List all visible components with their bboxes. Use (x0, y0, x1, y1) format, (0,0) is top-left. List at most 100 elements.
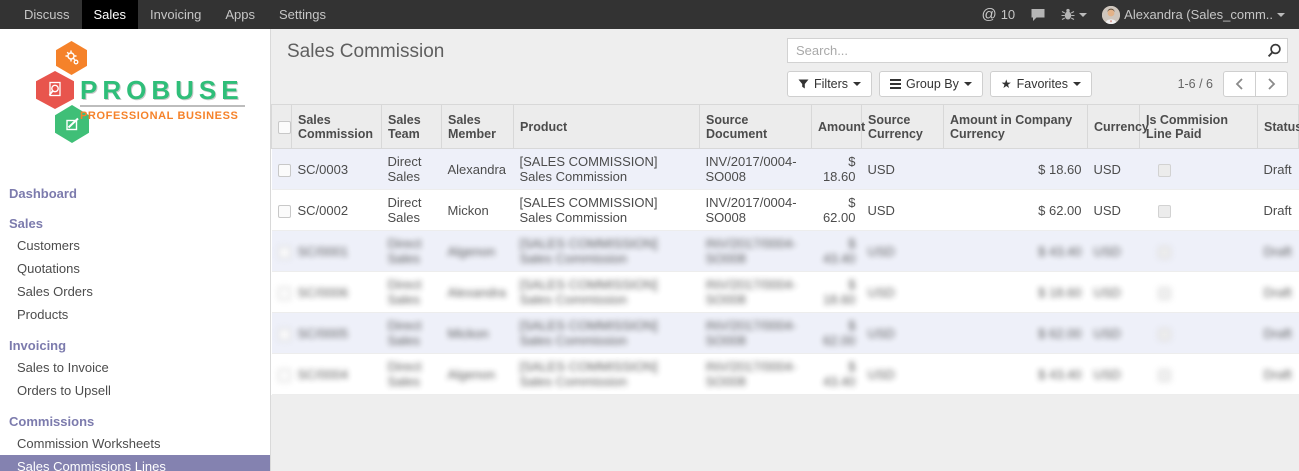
select-all-header-cell (272, 105, 292, 149)
menu-heading-dashboard[interactable]: Dashboard (0, 183, 270, 204)
cell-amount-company: $ 62.00 (944, 190, 1088, 231)
pager: 1-6 / 6 (1178, 71, 1288, 97)
menu-item-customers[interactable]: Customers (0, 234, 270, 257)
main-content: Sales Commission Filters Group By (271, 29, 1299, 471)
cell-team: Direct Sales (382, 354, 442, 395)
table-row[interactable]: SC/0001Direct SalesAlgenon[SALES COMMISS… (272, 231, 1299, 272)
logo-hex-search-doc-icon (36, 71, 74, 109)
row-select-checkbox[interactable] (278, 205, 291, 218)
cell-source-currency: USD (862, 149, 944, 190)
select-all-checkbox[interactable] (278, 121, 291, 134)
cell-amount: $ 18.60 (812, 272, 862, 313)
cell-team: Direct Sales (382, 149, 442, 190)
menu-heading-invoicing[interactable]: Invoicing (0, 335, 270, 356)
menu-heading-commissions[interactable]: Commissions (0, 411, 270, 432)
cell-is-paid (1140, 231, 1258, 272)
row-select-checkbox[interactable] (278, 328, 291, 341)
cell-team: Direct Sales (382, 313, 442, 354)
column-header-currency[interactable]: Currency (1088, 105, 1140, 149)
row-select-cell (272, 190, 292, 231)
filters-button-label: Filters (814, 77, 848, 91)
column-header-sales-commission[interactable]: Sales Commission (292, 105, 382, 149)
search-icon[interactable] (1266, 42, 1283, 64)
column-header-sales-member[interactable]: Sales Member (442, 105, 514, 149)
menu-item-sales-orders[interactable]: Sales Orders (0, 280, 270, 303)
table-row[interactable]: SC/0003Direct SalesAlexandra[SALES COMMI… (272, 149, 1299, 190)
cell-member: Algenon (442, 354, 514, 395)
logo-hex-gears-icon (56, 41, 87, 75)
menu-item-sales-to-invoice[interactable]: Sales to Invoice (0, 356, 270, 379)
pager-next-button[interactable] (1255, 71, 1288, 97)
favorites-button[interactable]: ★ Favorites (990, 71, 1092, 97)
cell-team: Direct Sales (382, 231, 442, 272)
nav-app-sales[interactable]: Sales (82, 0, 139, 29)
chat-icon[interactable] (1030, 8, 1046, 22)
cell-product: [SALES COMMISSION] Sales Commission (514, 190, 700, 231)
is-paid-checkbox (1158, 246, 1171, 259)
table-body: SC/0003Direct SalesAlexandra[SALES COMMI… (272, 149, 1299, 395)
cell-source-currency: USD (862, 231, 944, 272)
column-header-source-document[interactable]: Source Document (700, 105, 812, 149)
cell-product: [SALES COMMISSION] Sales Commission (514, 231, 700, 272)
cell-source-doc: INV/2017/0004-SO008 (700, 190, 812, 231)
page-title: Sales Commission (287, 41, 444, 63)
brand-divider (80, 105, 245, 107)
pager-previous-button[interactable] (1223, 71, 1256, 97)
group-by-icon (890, 79, 901, 89)
chevron-left-icon (1235, 78, 1244, 90)
cell-id: SC/0006 (292, 272, 382, 313)
cell-is-paid (1140, 190, 1258, 231)
menu-item-commission-worksheets[interactable]: Commission Worksheets (0, 432, 270, 455)
user-name: Alexandra (Sales_comm.. (1124, 7, 1273, 22)
table-row[interactable]: SC/0005Direct SalesMickon[SALES COMMISSI… (272, 313, 1299, 354)
column-header-product[interactable]: Product (514, 105, 700, 149)
nav-app-settings[interactable]: Settings (267, 0, 338, 29)
search-input[interactable] (787, 38, 1288, 63)
messages-counter[interactable]: @ 10 (981, 6, 1015, 23)
cell-currency: USD (1088, 231, 1140, 272)
row-select-checkbox[interactable] (278, 246, 291, 259)
cell-source-doc: INV/2017/0004-SO008 (700, 354, 812, 395)
column-header-source-currency[interactable]: Source Currency (862, 105, 944, 149)
sidebar: PROBUSE PROFESSIONAL BUSINESS Dashboard S… (0, 29, 271, 471)
cell-currency: USD (1088, 354, 1140, 395)
search-bar (787, 38, 1288, 63)
column-header-status[interactable]: Status (1258, 105, 1299, 149)
is-paid-checkbox (1158, 328, 1171, 341)
nav-app-invoicing[interactable]: Invoicing (138, 0, 213, 29)
cell-id: SC/0005 (292, 313, 382, 354)
column-header-sales-team[interactable]: Sales Team (382, 105, 442, 149)
debug-menu[interactable] (1061, 8, 1087, 21)
group-by-button[interactable]: Group By (879, 71, 983, 97)
menu-item-orders-to-upsell[interactable]: Orders to Upsell (0, 379, 270, 402)
menu-item-sales-commissions-lines[interactable]: Sales Commissions Lines (0, 455, 270, 471)
menu-heading-sales[interactable]: Sales (0, 213, 270, 234)
company-logo: PROBUSE PROFESSIONAL BUSINESS (0, 39, 270, 169)
row-select-checkbox[interactable] (278, 164, 291, 177)
cell-is-paid (1140, 149, 1258, 190)
cell-source-doc: INV/2017/0004-SO008 (700, 231, 812, 272)
row-select-checkbox[interactable] (278, 287, 291, 300)
filters-button[interactable]: Filters (787, 71, 872, 97)
cell-amount-company: $ 18.60 (944, 149, 1088, 190)
column-header-amount-in-company-currency[interactable]: Amount in Company Currency (944, 105, 1088, 149)
group-by-button-label: Group By (906, 77, 959, 91)
table-row[interactable]: SC/0002Direct SalesMickon[SALES COMMISSI… (272, 190, 1299, 231)
cell-team: Direct Sales (382, 190, 442, 231)
cell-status: Draft (1258, 190, 1299, 231)
column-header-amount[interactable]: Amount (812, 105, 862, 149)
sidebar-menu: Dashboard SalesCustomersQuotationsSales O… (0, 183, 270, 471)
at-icon: @ (981, 6, 996, 23)
table-row[interactable]: SC/0004Direct SalesAlgenon[SALES COMMISS… (272, 354, 1299, 395)
menu-item-products[interactable]: Products (0, 303, 270, 326)
nav-app-apps[interactable]: Apps (213, 0, 267, 29)
row-select-checkbox[interactable] (278, 369, 291, 382)
table-row[interactable]: SC/0006Direct SalesAlexandra[SALES COMMI… (272, 272, 1299, 313)
user-menu[interactable]: Alexandra (Sales_comm.. (1102, 6, 1285, 24)
menu-item-quotations[interactable]: Quotations (0, 257, 270, 280)
column-header-is-commision-line-paid[interactable]: Is Commision Line Paid (1140, 105, 1258, 149)
nav-app-discuss[interactable]: Discuss (12, 0, 82, 29)
cell-currency: USD (1088, 190, 1140, 231)
cell-amount: $ 18.60 (812, 149, 862, 190)
messages-count: 10 (1001, 7, 1015, 22)
